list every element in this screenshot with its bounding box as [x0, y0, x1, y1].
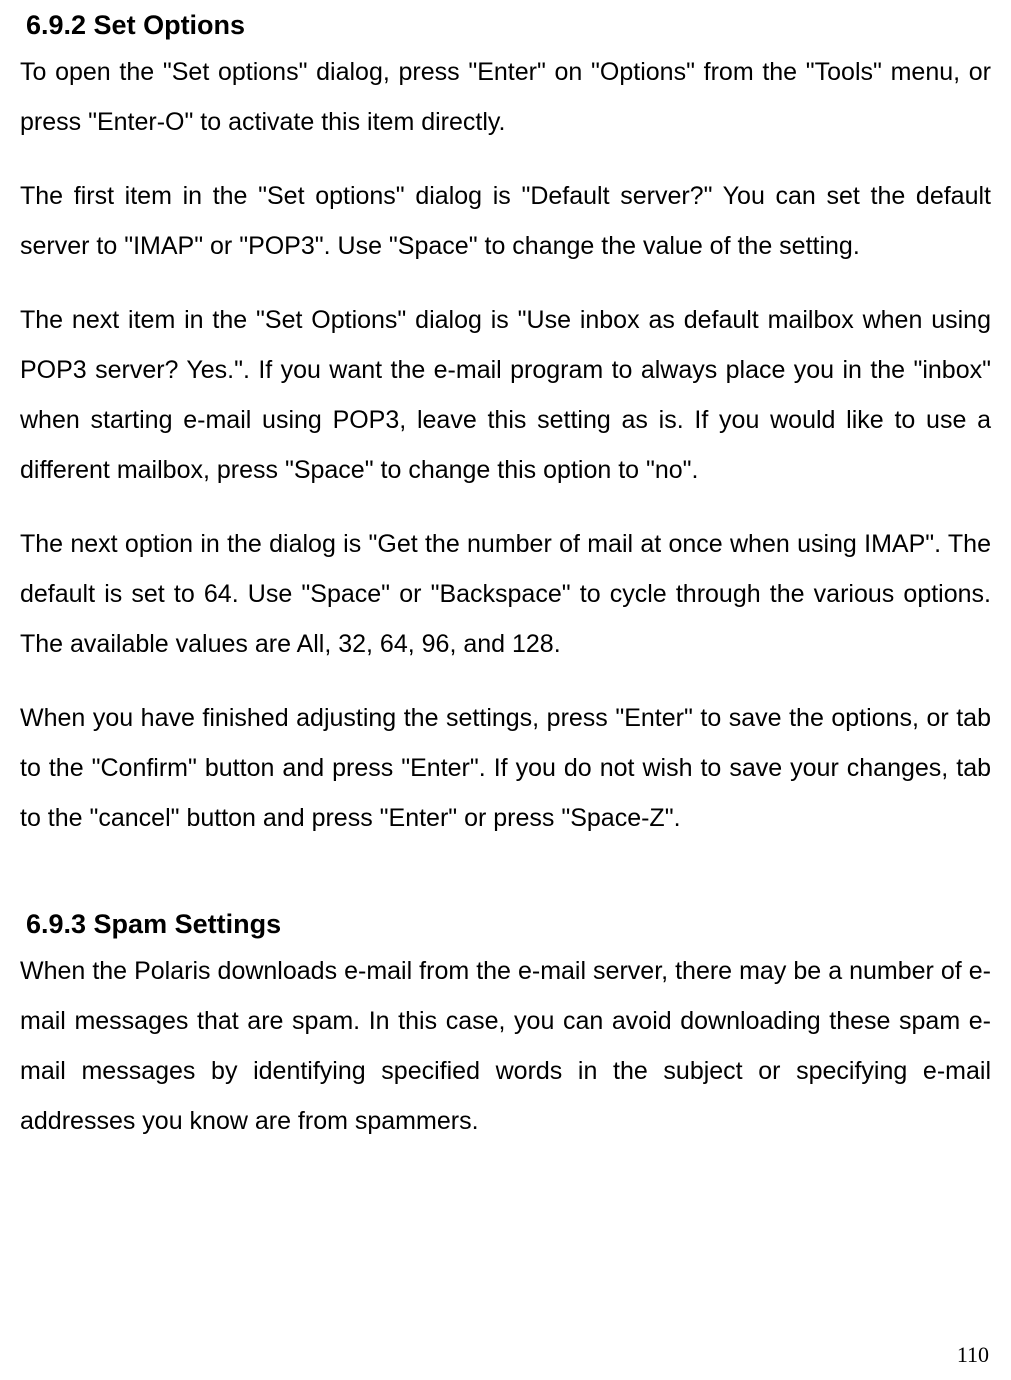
paragraph: The next option in the dialog is "Get th… — [20, 519, 991, 669]
paragraph: When you have finished adjusting the set… — [20, 693, 991, 843]
paragraph: To open the "Set options" dialog, press … — [20, 47, 991, 147]
document-page: 6.9.2 Set Options To open the "Set optio… — [0, 0, 1011, 1166]
section-heading-set-options: 6.9.2 Set Options — [20, 10, 991, 41]
section-heading-spam-settings: 6.9.3 Spam Settings — [20, 909, 991, 940]
section-spacer — [20, 867, 991, 909]
page-number: 110 — [957, 1342, 989, 1368]
paragraph: The next item in the "Set Options" dialo… — [20, 295, 991, 495]
paragraph: The first item in the "Set options" dial… — [20, 171, 991, 271]
paragraph: When the Polaris downloads e-mail from t… — [20, 946, 991, 1146]
